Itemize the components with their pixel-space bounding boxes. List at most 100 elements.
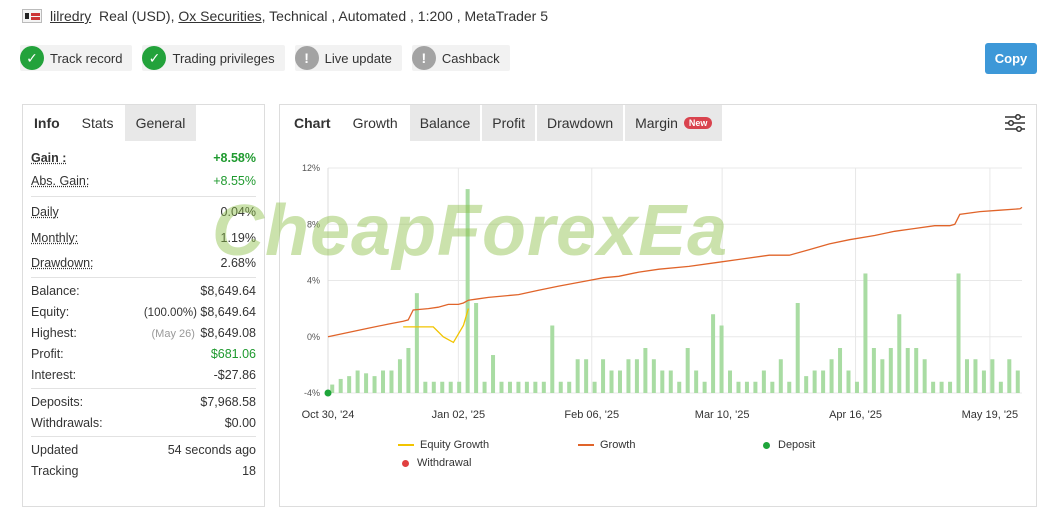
badge-track-record[interactable]: ✓ Track record bbox=[20, 45, 133, 71]
tab-stats[interactable]: Stats bbox=[70, 105, 125, 141]
exclamation-circle-icon: ! bbox=[294, 46, 319, 70]
y-tick-label: 8% bbox=[307, 219, 320, 229]
bar bbox=[499, 381, 504, 393]
stat-abs-gain: Abs. Gain: +8.55% bbox=[31, 174, 256, 188]
bar bbox=[981, 370, 986, 393]
stat-highest: Highest: (May 26) $8,649.08 bbox=[31, 325, 256, 340]
bar bbox=[541, 381, 546, 393]
account-details: , Technical , Automated , 1:200 , MetaTr… bbox=[261, 8, 549, 24]
broker-link[interactable]: Ox Securities bbox=[178, 8, 261, 24]
tab-growth[interactable]: Growth bbox=[342, 105, 408, 141]
bar bbox=[414, 293, 419, 393]
y-tick-label: 12% bbox=[302, 163, 320, 173]
tab-balance[interactable]: Balance bbox=[409, 105, 481, 141]
bar bbox=[465, 189, 470, 393]
legend-withdrawal[interactable]: Withdrawal bbox=[402, 457, 471, 469]
bar bbox=[601, 359, 606, 393]
x-tick-label: Feb 06, '25 bbox=[564, 409, 619, 421]
bar bbox=[888, 348, 893, 393]
bar bbox=[939, 381, 944, 393]
stat-profit: Profit: $681.06 bbox=[31, 346, 256, 361]
stat-gain: Gain : +8.58% bbox=[31, 150, 256, 165]
tab-info[interactable]: Info bbox=[23, 105, 71, 141]
bar bbox=[516, 381, 521, 393]
bar bbox=[753, 381, 758, 393]
bar bbox=[871, 348, 876, 393]
bar bbox=[897, 314, 902, 393]
badge-trading-privileges[interactable]: ✓ Trading privileges bbox=[142, 45, 285, 71]
broker-logo bbox=[22, 9, 42, 23]
legend-deposit[interactable]: Deposit bbox=[763, 439, 815, 451]
bar bbox=[829, 359, 834, 393]
bar bbox=[905, 348, 910, 393]
bar bbox=[533, 381, 538, 393]
account-name-link[interactable]: lilredry bbox=[50, 8, 91, 24]
exclamation-circle-icon: ! bbox=[411, 46, 436, 70]
bar bbox=[761, 370, 766, 393]
bar bbox=[440, 381, 445, 393]
bar bbox=[609, 370, 614, 393]
bar bbox=[863, 273, 868, 393]
tab-general[interactable]: General bbox=[124, 105, 197, 141]
stat-tracking: Tracking 18 bbox=[31, 463, 256, 478]
bar bbox=[736, 381, 741, 393]
new-badge: New bbox=[683, 117, 713, 129]
settings-sliders-icon[interactable] bbox=[1004, 113, 1026, 133]
bar bbox=[668, 370, 673, 393]
bar bbox=[770, 381, 775, 393]
bar bbox=[651, 359, 656, 393]
tab-margin[interactable]: Margin New bbox=[625, 105, 723, 141]
y-tick-label: 0% bbox=[307, 332, 320, 342]
bar bbox=[702, 381, 707, 393]
bar bbox=[567, 381, 572, 393]
stats-panel: Info Stats General Gain : +8.58% Abs. Ga… bbox=[22, 104, 265, 507]
bar bbox=[355, 370, 360, 393]
tab-drawdown[interactable]: Drawdown bbox=[536, 105, 624, 141]
bar bbox=[973, 359, 978, 393]
legend-equity-growth[interactable]: Equity Growth bbox=[398, 439, 489, 451]
bar bbox=[507, 381, 512, 393]
stats-tabs: Info Stats General bbox=[23, 105, 264, 141]
chart-panel: Chart Growth Balance Profit Drawdown Mar… bbox=[279, 104, 1037, 507]
bar bbox=[491, 355, 496, 393]
badge-live-update[interactable]: ! Live update bbox=[294, 45, 402, 71]
legend-growth[interactable]: Growth bbox=[578, 439, 635, 451]
bar bbox=[931, 381, 936, 393]
bar bbox=[787, 381, 792, 393]
chart-title: Chart bbox=[284, 105, 341, 141]
bar bbox=[660, 370, 665, 393]
growth-chart: 12% 8% 4% 0% -4% Oct 30, '24 Jan 02, '25 Feb 06… bbox=[302, 163, 1023, 421]
check-circle-icon: ✓ bbox=[20, 46, 44, 70]
x-tick-label: May 19, '25 bbox=[962, 409, 1019, 421]
deposit-marker bbox=[324, 389, 332, 397]
copy-button[interactable]: Copy bbox=[985, 43, 1037, 74]
bar bbox=[821, 370, 826, 393]
bar bbox=[990, 359, 995, 393]
bar bbox=[1007, 359, 1012, 393]
bar bbox=[474, 303, 479, 393]
bar bbox=[423, 381, 428, 393]
badge-cashback[interactable]: ! Cashback bbox=[411, 45, 510, 71]
bar bbox=[956, 273, 961, 393]
stat-drawdown: Drawdown: 2.68% bbox=[31, 256, 256, 270]
bar bbox=[744, 381, 749, 393]
bar bbox=[846, 370, 851, 393]
bar bbox=[677, 381, 682, 393]
bar bbox=[617, 370, 622, 393]
bar bbox=[964, 359, 969, 393]
bar bbox=[448, 381, 453, 393]
growth-line bbox=[327, 206, 1023, 338]
bar bbox=[482, 381, 487, 393]
x-tick-label: Oct 30, '24 bbox=[302, 409, 355, 421]
bar bbox=[795, 303, 800, 393]
stat-deposits: Deposits: $7,968.58 bbox=[31, 394, 256, 409]
x-tick-label: Mar 10, '25 bbox=[695, 409, 750, 421]
bar bbox=[558, 381, 563, 393]
bar bbox=[389, 370, 394, 393]
account-type: Real (USD), bbox=[99, 8, 175, 24]
bar bbox=[778, 359, 783, 393]
bar bbox=[550, 325, 555, 393]
stat-daily: Daily 0.04% bbox=[31, 205, 256, 219]
check-circle-icon: ✓ bbox=[142, 46, 167, 70]
tab-profit[interactable]: Profit bbox=[482, 105, 535, 141]
